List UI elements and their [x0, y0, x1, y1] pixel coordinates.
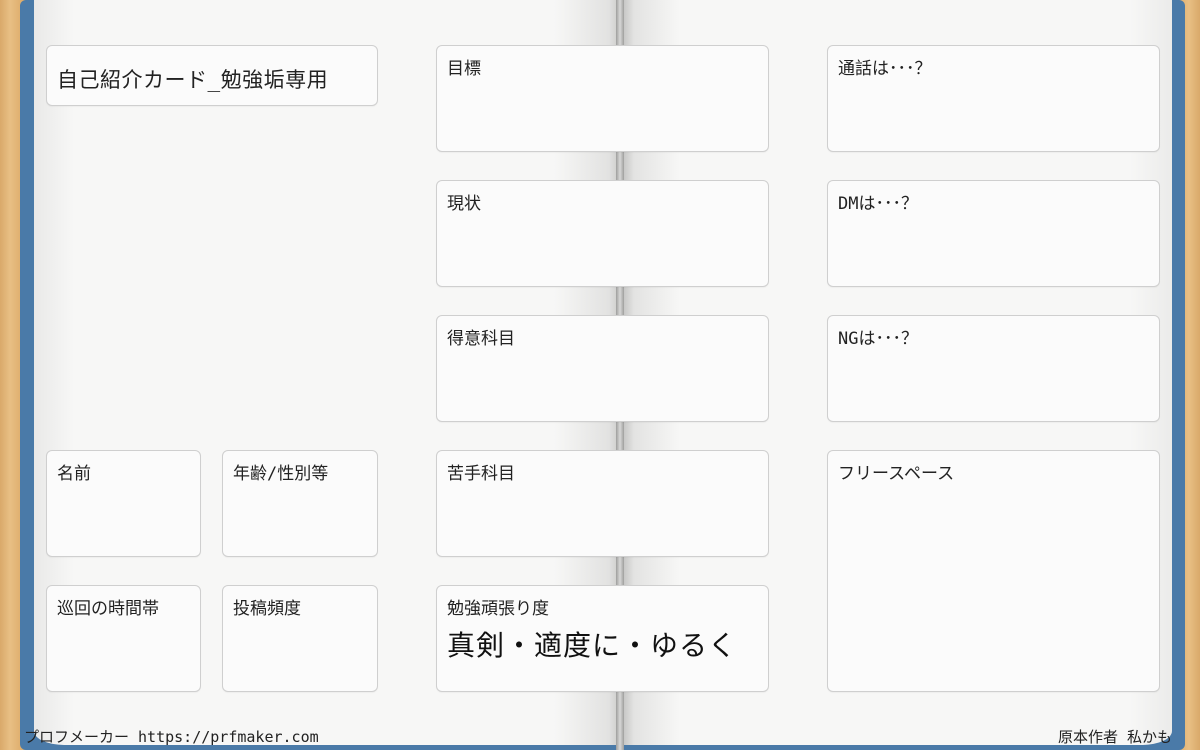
patrol-time-field[interactable]: 巡回の時間帯: [46, 585, 201, 692]
ng-label: NGは･･･？: [838, 329, 918, 349]
age-gender-field[interactable]: 年齢/性別等: [222, 450, 378, 557]
page-title: 自己紹介カード_勉強垢専用: [57, 68, 329, 92]
author-credit: 原本作者 私かも: [1057, 728, 1172, 746]
name-label: 名前: [57, 464, 91, 484]
free-space-field[interactable]: フリースペース: [827, 450, 1160, 692]
study-effort-label: 勉強頑張り度: [447, 599, 549, 619]
weak-subject-field[interactable]: 苦手科目: [436, 450, 769, 557]
post-frequency-field[interactable]: 投稿頻度: [222, 585, 378, 692]
dm-field[interactable]: DMは･･･？: [827, 180, 1160, 287]
goal-field[interactable]: 目標: [436, 45, 769, 152]
weak-subject-label: 苦手科目: [447, 464, 515, 484]
study-effort-options: 真剣・適度に・ゆるく: [447, 629, 738, 662]
age-gender-label: 年齢/性別等: [233, 464, 329, 484]
study-effort-field[interactable]: 勉強頑張り度 真剣・適度に・ゆるく: [436, 585, 769, 692]
patrol-time-label: 巡回の時間帯: [57, 599, 159, 619]
goal-label: 目標: [447, 59, 481, 79]
free-space-label: フリースペース: [838, 464, 955, 484]
strong-subject-label: 得意科目: [447, 329, 515, 349]
current-status-label: 現状: [447, 194, 481, 214]
name-field[interactable]: 名前: [46, 450, 201, 557]
ng-field[interactable]: NGは･･･？: [827, 315, 1160, 422]
strong-subject-field[interactable]: 得意科目: [436, 315, 769, 422]
maker-credit: プロフメーカー https://prfmaker.com: [24, 728, 319, 746]
dm-label: DMは･･･？: [838, 194, 918, 214]
title-card: 自己紹介カード_勉強垢専用: [46, 45, 378, 106]
call-label: 通話は･･･？: [838, 59, 932, 79]
call-field[interactable]: 通話は･･･？: [827, 45, 1160, 152]
current-status-field[interactable]: 現状: [436, 180, 769, 287]
post-frequency-label: 投稿頻度: [233, 599, 301, 619]
